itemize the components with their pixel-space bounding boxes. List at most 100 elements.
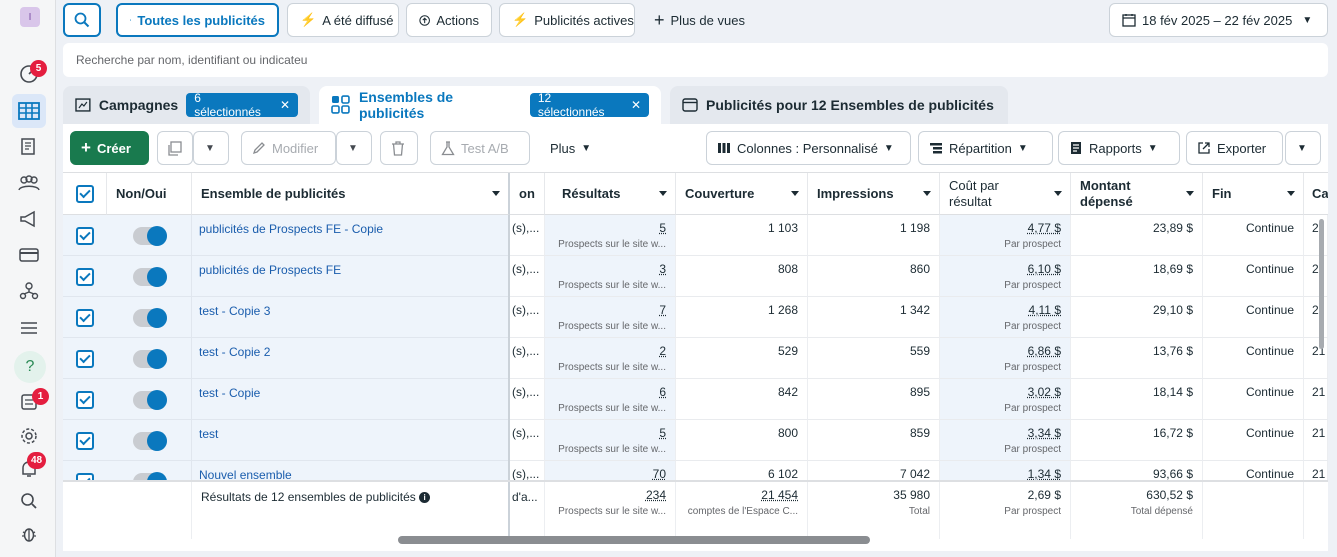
vertical-scrollbar[interactable] [1319, 219, 1324, 349]
column-header-name[interactable]: Ensemble de publicités [192, 173, 510, 215]
business-network-icon[interactable] [12, 274, 46, 308]
export-button[interactable]: Exporter [1186, 131, 1283, 165]
table-row[interactable]: publicités de Prospects FE [63, 256, 508, 297]
row-checkbox[interactable] [76, 227, 94, 245]
export-dropdown[interactable]: ▼ [1285, 131, 1321, 165]
row-checkbox[interactable] [76, 350, 94, 368]
row-checkbox[interactable] [76, 268, 94, 286]
column-header-impressions[interactable]: Impressions [808, 173, 940, 215]
cell-partial: (s),... [510, 338, 545, 379]
active-ads-filter[interactable]: ⚡ Publicités actives [499, 3, 635, 37]
column-header-onoff[interactable]: Non/Oui [107, 173, 192, 215]
close-icon[interactable]: ✕ [631, 98, 641, 112]
search-input[interactable]: Recherche par nom, identifiant ou indica… [63, 43, 1328, 77]
table-row[interactable]: Nouvel ensemble [63, 461, 508, 480]
table-row[interactable]: publicités de Prospects FE - Copie [63, 215, 508, 256]
create-button[interactable]: + Créer [70, 131, 149, 165]
more-button[interactable]: Plus ▼ [540, 131, 608, 165]
column-divider [191, 297, 192, 338]
column-header-partial[interactable]: on [510, 173, 545, 215]
table-row[interactable]: test [63, 420, 508, 461]
billing-card-icon[interactable] [12, 238, 46, 272]
delivered-filter[interactable]: ⚡ A été diffusé [287, 3, 399, 37]
cell-partial: (s),... [510, 420, 545, 461]
adset-name-link[interactable]: test - Copie 3 [199, 304, 270, 318]
row-checkbox[interactable] [76, 473, 94, 480]
menu-icon[interactable] [12, 311, 46, 345]
column-header-reach[interactable]: Couverture [676, 173, 808, 215]
cell-cost: 3,34 $ Par prospect [940, 420, 1071, 461]
table-row[interactable]: test - Copie 3 [63, 297, 508, 338]
duplicate-dropdown[interactable]: ▼ [193, 131, 229, 165]
column-header-cost-per-result[interactable]: Coût par résultat [940, 173, 1071, 215]
table-row[interactable]: test - Copie [63, 379, 508, 420]
more-views-button[interactable]: + Plus de vues [642, 3, 762, 37]
help-icon[interactable]: ? [14, 351, 46, 383]
breakdown-button[interactable]: Répartition ▼ [918, 131, 1053, 165]
actions-filter[interactable]: Actions [406, 3, 492, 37]
bug-icon[interactable] [12, 517, 46, 551]
megaphone-icon[interactable] [12, 202, 46, 236]
adset-name-link[interactable]: publicités de Prospects FE - Copie [199, 222, 383, 236]
column-header-next[interactable]: Ca [1304, 173, 1328, 215]
cell-cost: 3,02 $ Par prospect [940, 379, 1071, 420]
cell-impressions: 860 [808, 256, 940, 297]
edit-dropdown[interactable]: ▼ [336, 131, 372, 165]
date-range-picker[interactable]: 18 fév 2025 – 22 fév 2025 ▼ [1109, 3, 1328, 37]
table-row[interactable]: test - Copie 2 [63, 338, 508, 379]
chevron-down-icon: ▼ [581, 142, 592, 154]
tab-campaigns[interactable]: Campagnes 6 sélectionnés ✕ [63, 86, 310, 124]
adset-name-link[interactable]: test - Copie [199, 386, 260, 400]
row-checkbox[interactable] [76, 432, 94, 450]
ab-test-button[interactable]: Test A/B [430, 131, 530, 165]
adset-name-link[interactable]: test - Copie 2 [199, 345, 270, 359]
horizontal-scrollbar[interactable] [398, 536, 870, 544]
gear-icon[interactable] [12, 419, 46, 453]
on-off-toggle[interactable] [133, 390, 167, 410]
duplicate-button[interactable] [157, 131, 193, 165]
audience-icon[interactable] [12, 166, 46, 200]
on-off-toggle[interactable] [133, 472, 167, 480]
footer-summary: Résultats de 12 ensembles de publicités … [192, 482, 510, 539]
table-body-sticky: publicités de Prospects FE - Copie public… [63, 215, 510, 480]
column-header-results[interactable]: Résultats [545, 173, 676, 215]
adsets-selection-pill[interactable]: 12 sélectionnés ✕ [529, 91, 649, 119]
column-header-amount-spent[interactable]: Montant dépensé [1071, 173, 1203, 215]
adsets-grid-icon [331, 95, 350, 114]
on-off-toggle[interactable] [133, 226, 167, 246]
tab-adsets[interactable]: Ensembles de publicités 12 sélectionnés ✕ [319, 86, 661, 124]
search-icon[interactable] [12, 484, 46, 518]
account-avatar[interactable]: I [20, 7, 40, 27]
reports-button[interactable]: Rapports ▼ [1058, 131, 1180, 165]
row-checkbox[interactable] [76, 391, 94, 409]
on-off-toggle[interactable] [133, 267, 167, 287]
adset-name-link[interactable]: publicités de Prospects FE [199, 263, 341, 277]
columns-button[interactable]: Colonnes : Personnalisé ▼ [706, 131, 911, 165]
search-button[interactable] [63, 3, 101, 37]
on-off-toggle[interactable] [133, 308, 167, 328]
on-off-toggle[interactable] [133, 431, 167, 451]
adset-name-link[interactable]: Nouvel ensemble [199, 468, 292, 480]
column-header-end[interactable]: Fin [1203, 173, 1304, 215]
adset-name-link[interactable]: test [199, 427, 218, 441]
pages-icon[interactable] [12, 130, 46, 164]
on-off-toggle[interactable] [133, 349, 167, 369]
info-icon[interactable]: i [419, 492, 431, 504]
cell-end: Continue [1203, 215, 1304, 256]
upload-circle-icon [419, 14, 430, 26]
row-checkbox[interactable] [76, 309, 94, 327]
adsets-table: on Résultats Couverture Impressions Coût… [63, 172, 1328, 539]
cell-reach: 800 [676, 420, 808, 461]
campaigns-selection-pill[interactable]: 6 sélectionnés ✕ [186, 91, 298, 119]
select-all-checkbox[interactable] [75, 184, 94, 203]
delete-button[interactable] [380, 131, 418, 165]
cell-partial: (s),... [510, 297, 545, 338]
cell-spent: 29,10 $ [1071, 297, 1203, 338]
close-icon[interactable]: ✕ [280, 98, 290, 112]
tab-ads[interactable]: Publicités pour 12 Ensembles de publicit… [670, 86, 1008, 124]
edit-button[interactable]: Modifier [241, 131, 336, 165]
footer-impressions: 35 980 Total [808, 482, 940, 539]
table-grid-icon[interactable] [12, 94, 46, 128]
cell-results: 5 Prospects sur le site w... [545, 215, 676, 256]
all-ads-filter[interactable]: Toutes les publicités [116, 3, 279, 37]
